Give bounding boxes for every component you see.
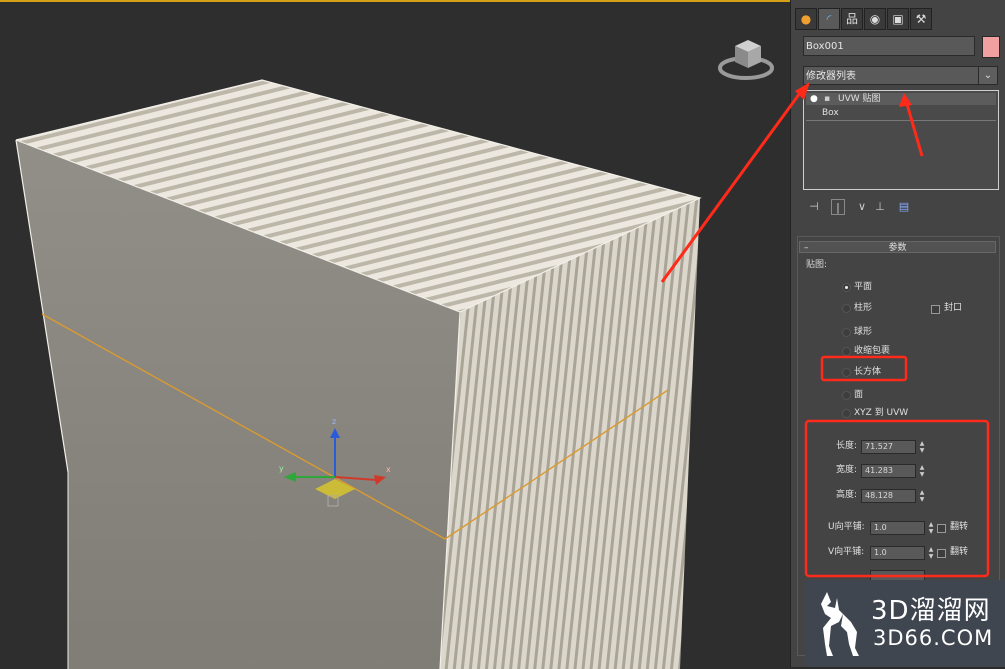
radio-label: XYZ 到 UVW	[854, 408, 909, 418]
watermark-url: 3D66.COM	[873, 626, 994, 650]
create-tab-icon[interactable]: ●	[795, 8, 817, 30]
command-panel: ● ◜ 品 ◉ ▣ ⚒ Box001 修改器列表 ⌄ ● ▪ UVW 贴图 Bo…	[790, 0, 1005, 667]
radio-label: 面	[854, 390, 864, 400]
height-spinner-icon[interactable]: ▲ ▼	[918, 489, 926, 503]
watermark-title: 3D溜溜网	[871, 596, 991, 626]
radio-label: 平面	[854, 282, 873, 292]
radio-label: 收缩包裹	[854, 346, 891, 356]
stack-toolbar: ⊣ | ∨ ⊥ ▤	[807, 199, 927, 217]
radio-label: 柱形	[854, 303, 873, 313]
height-label: 高度:	[836, 490, 858, 500]
viewcube[interactable]	[718, 40, 774, 80]
configure-sets-icon[interactable]: ▤	[897, 199, 911, 215]
length-label: 长度:	[836, 441, 858, 451]
svg-text:z: z	[332, 417, 336, 426]
motion-tab-icon[interactable]: ◉	[864, 8, 886, 30]
collapse-icon[interactable]: –	[804, 242, 809, 254]
modifier-stack: ● ▪ UVW 贴图 Box	[803, 90, 999, 190]
modifier-list-dropdown[interactable]: 修改器列表	[803, 66, 979, 85]
viewport-scene: z x y	[15, 40, 774, 669]
radio-planar[interactable]	[842, 283, 851, 292]
width-label: 宽度:	[836, 465, 858, 475]
lightbulb-icon[interactable]: ●	[810, 93, 818, 105]
stack-item-label: UVW 贴图	[838, 94, 881, 104]
u-tile-label: U向平铺:	[828, 522, 865, 532]
rollout-header[interactable]: – 参数	[799, 241, 996, 253]
hierarchy-tab-icon[interactable]: 品	[841, 8, 863, 30]
radio-cylindrical[interactable]	[842, 304, 851, 313]
stack-item-box[interactable]: Box	[806, 107, 996, 119]
height-field[interactable]: 48.128	[861, 489, 916, 503]
radio-face[interactable]	[842, 391, 851, 400]
width-spinner-icon[interactable]: ▲ ▼	[918, 464, 926, 478]
radio-label: 球形	[854, 327, 873, 337]
cap-label: 封口	[944, 303, 963, 313]
deer-logo-icon	[821, 592, 859, 656]
radio-xyz-to-uvw[interactable]	[842, 409, 851, 418]
u-flip-checkbox[interactable]	[937, 524, 946, 533]
v-flip-checkbox[interactable]	[937, 549, 946, 558]
make-unique-icon[interactable]: ∨	[855, 199, 869, 215]
u-tile-field[interactable]: 1.0	[870, 521, 925, 535]
stack-item-label: Box	[822, 108, 839, 118]
u-tile-spinner-icon[interactable]: ▲ ▼	[927, 521, 935, 535]
remove-modifier-icon[interactable]: ⊥	[873, 199, 887, 215]
object-color-swatch[interactable]	[982, 36, 1000, 58]
expand-icon[interactable]: ▪	[824, 93, 830, 105]
svg-text:y: y	[279, 464, 284, 473]
v-flip-label: 翻转	[950, 547, 969, 557]
svg-text:x: x	[386, 465, 391, 474]
watermark: 3D溜溜网 3D66.COM	[805, 580, 1005, 667]
width-field[interactable]: 41.283	[861, 464, 916, 478]
length-field[interactable]: 71.527	[861, 440, 916, 454]
radio-shrink-wrap[interactable]	[842, 347, 851, 356]
utilities-tab-icon[interactable]: ⚒	[910, 8, 932, 30]
u-flip-label: 翻转	[950, 522, 969, 532]
modify-tab-icon[interactable]: ◜	[818, 8, 840, 30]
length-spinner-icon[interactable]: ▲ ▼	[918, 440, 926, 454]
stack-item-uvw-map[interactable]: ● ▪ UVW 贴图	[806, 93, 996, 105]
chevron-down-icon[interactable]: ⌄	[978, 66, 998, 85]
pin-stack-icon[interactable]: ⊣	[807, 199, 821, 215]
radio-box[interactable]	[842, 368, 851, 377]
object-name-field[interactable]: Box001	[803, 36, 975, 56]
display-tab-icon[interactable]: ▣	[887, 8, 909, 30]
radio-spherical[interactable]	[842, 328, 851, 337]
v-tile-field[interactable]: 1.0	[870, 546, 925, 560]
v-tile-spinner-icon[interactable]: ▲ ▼	[927, 546, 935, 560]
radio-label: 长方体	[854, 367, 882, 377]
mapping-group-label: 贴图:	[806, 260, 828, 270]
perspective-viewport[interactable]: z x y	[0, 0, 790, 669]
cap-checkbox[interactable]	[931, 305, 940, 314]
v-tile-label: V向平铺:	[828, 547, 865, 557]
rollout-title: 参数	[888, 243, 907, 253]
show-end-result-icon[interactable]: |	[831, 199, 845, 215]
